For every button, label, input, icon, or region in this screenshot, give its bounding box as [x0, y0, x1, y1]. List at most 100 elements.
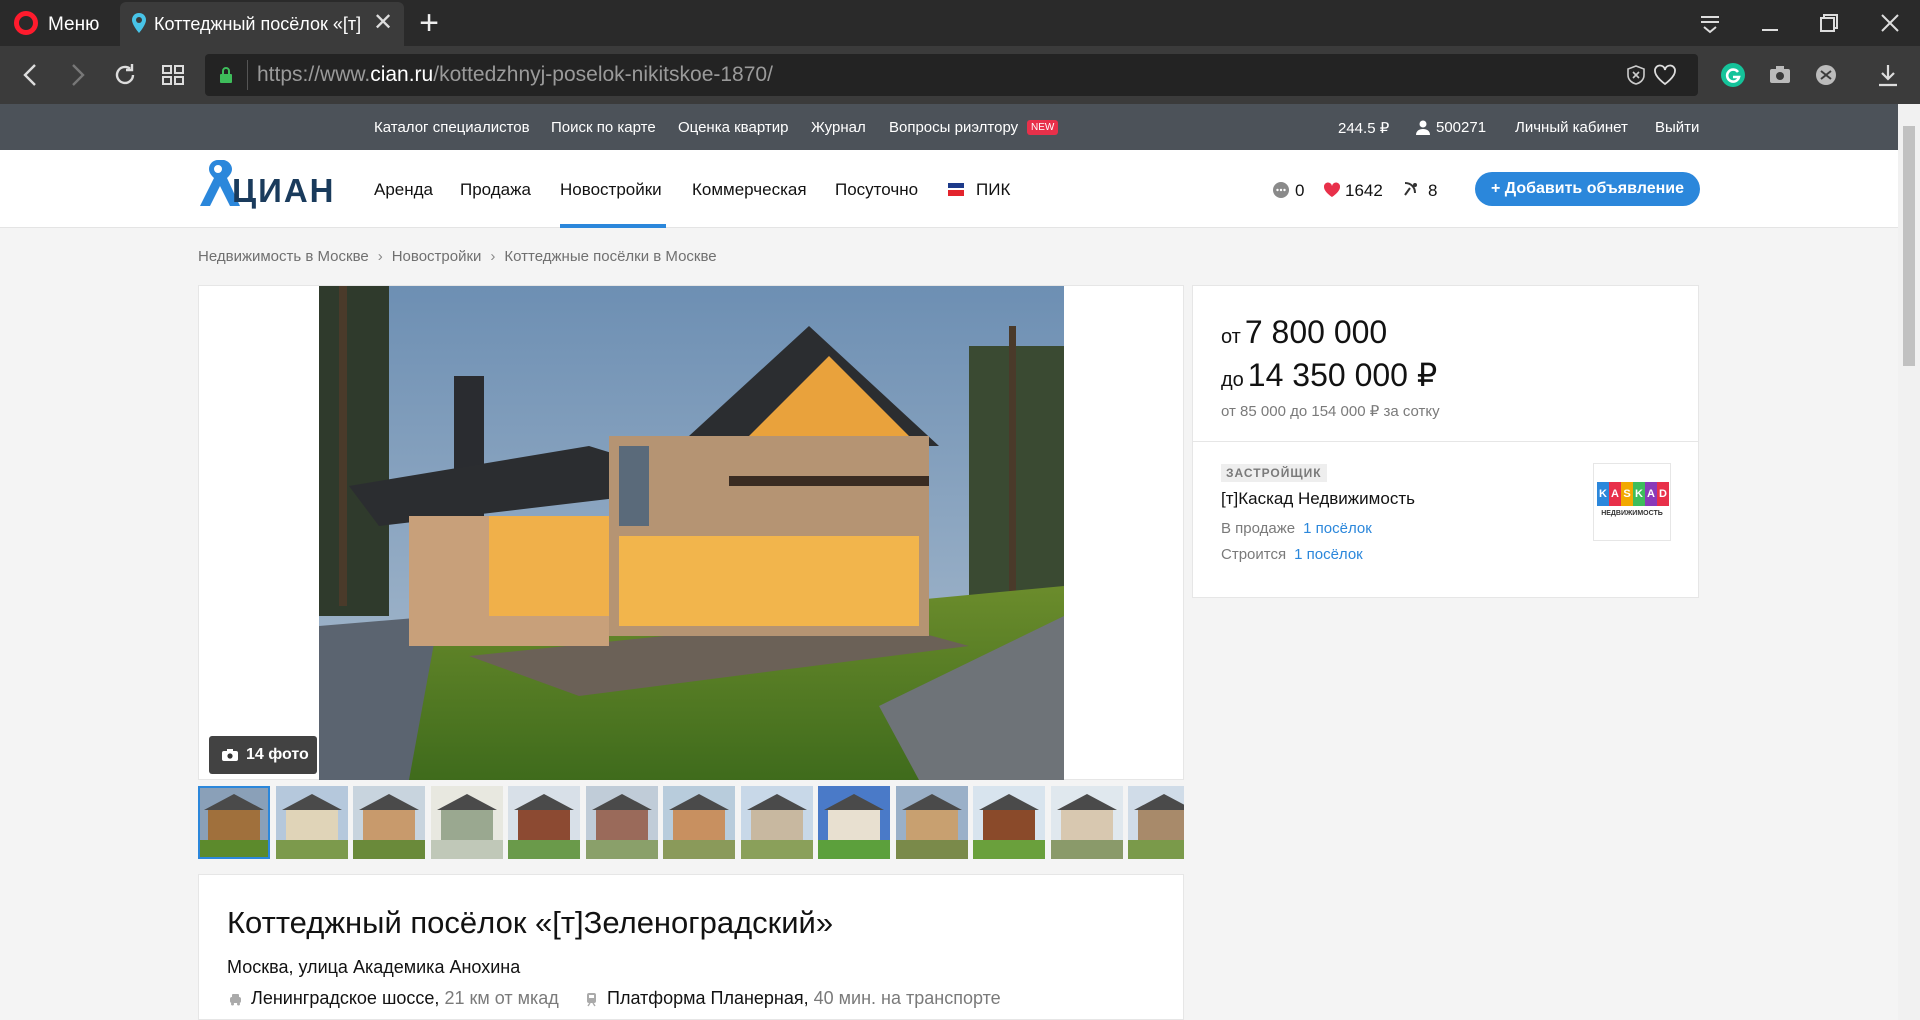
scrollbar-thumb[interactable]	[1903, 126, 1915, 366]
nav-daily[interactable]: Посуточно	[835, 180, 918, 200]
link-logout[interactable]: Выйти	[1655, 119, 1699, 136]
new-badge: NEW	[1027, 120, 1059, 135]
tab-close-icon[interactable]: ✕	[370, 10, 396, 36]
compare-count[interactable]: 8	[1428, 181, 1437, 201]
camera-icon	[222, 749, 238, 761]
tab-menu-icon[interactable]	[1690, 6, 1730, 40]
lock-icon	[220, 67, 232, 83]
main-photo[interactable]	[319, 286, 1064, 780]
photo-gallery: 14 фото	[198, 285, 1184, 780]
gallery-thumbnail[interactable]	[1050, 786, 1123, 859]
gallery-thumbnail[interactable]	[353, 786, 425, 859]
browser-menu-button[interactable]: Меню	[48, 14, 99, 36]
url-text: https://www.cian.ru/kottedzhnyj-poselok-…	[257, 63, 773, 86]
link-personal-cabinet[interactable]: Личный кабинет	[1515, 119, 1628, 136]
developer-name[interactable]: [т]Каскад Недвижимость	[1221, 489, 1415, 509]
gallery-thumbnail[interactable]	[895, 786, 968, 859]
gallery-thumbnail[interactable]	[1128, 786, 1184, 859]
nav-rent[interactable]: Аренда	[374, 180, 433, 200]
breadcrumb-item[interactable]: Новостройки	[392, 248, 482, 265]
grammarly-icon[interactable]	[1718, 58, 1748, 92]
gallery-thumbnail[interactable]	[198, 786, 270, 859]
favorites-count[interactable]: 1642	[1345, 181, 1383, 201]
gallery-thumbnail[interactable]	[973, 786, 1045, 859]
page-scrollbar[interactable]	[1898, 104, 1920, 1020]
favorites-heart-icon[interactable]	[1323, 182, 1341, 198]
listing-info: Коттеджный посёлок «[т]Зеленоградский» М…	[198, 874, 1184, 1020]
photo-count-label: 14 фото	[246, 746, 309, 763]
opera-logo-icon[interactable]	[14, 11, 38, 35]
back-icon[interactable]	[14, 58, 48, 92]
link-realtor-questions[interactable]: Вопросы риэлтору	[889, 119, 1018, 136]
map-pin-icon	[132, 13, 146, 33]
gallery-thumbnail[interactable]	[663, 786, 735, 859]
url-field[interactable]: https://www.cian.ru/kottedzhnyj-poselok-…	[205, 54, 1698, 96]
camera-snapshot-icon[interactable]	[1765, 58, 1795, 92]
gallery-thumbnail[interactable]	[275, 786, 348, 859]
gallery-thumbnail[interactable]	[508, 786, 580, 859]
developer-tag: ЗАСТРОЙЩИК	[1221, 464, 1327, 482]
user-icon	[1416, 120, 1430, 135]
restore-icon[interactable]	[1808, 6, 1848, 40]
photo-count-button[interactable]: 14 фото	[209, 736, 317, 774]
train-icon	[587, 993, 596, 1007]
highway-info: Ленинградское шоссе, 21 км от мкад	[251, 988, 559, 1008]
forward-icon[interactable]	[60, 58, 94, 92]
price-to: до 14 350 000 ₽	[1221, 357, 1438, 393]
nav-sale[interactable]: Продажа	[460, 180, 531, 200]
logo-letter: A	[1645, 482, 1657, 506]
logo-letter: K	[1597, 482, 1609, 506]
link-apartment-valuation[interactable]: Оценка квартир	[678, 119, 788, 136]
gallery-thumbnail[interactable]	[585, 786, 658, 859]
car-icon	[230, 994, 241, 1006]
add-listing-button[interactable]: + Добавить объявление	[1475, 172, 1700, 206]
gallery-thumbnail[interactable]	[740, 786, 813, 859]
logo-letter: D	[1657, 482, 1669, 506]
service-menu-strip: Каталог специалистов Поиск по карте Оцен…	[0, 104, 1898, 150]
logo-text[interactable]: ЦИАН	[232, 172, 336, 210]
building-link[interactable]: 1 посёлок	[1294, 546, 1363, 563]
vpn-extension-icon[interactable]	[1811, 58, 1841, 92]
nav-new-buildings[interactable]: Новостройки	[560, 180, 662, 200]
link-specialists[interactable]: Каталог специалистов	[374, 119, 530, 136]
minimize-icon[interactable]	[1750, 6, 1790, 40]
listing-address[interactable]: Москва, улица Академика Анохина	[227, 957, 520, 978]
link-map-search[interactable]: Поиск по карте	[551, 119, 656, 136]
developer-logo[interactable]: KASKAD НЕДВИЖИМОСТЬ	[1593, 463, 1671, 541]
bookmark-heart-icon[interactable]	[1653, 64, 1677, 86]
gallery-thumbnail[interactable]	[818, 786, 890, 859]
logo-letter: K	[1633, 482, 1645, 506]
site-header: ЦИАН Аренда Продажа Новостройки Коммерче…	[0, 150, 1898, 228]
price-from: от 7 800 000	[1221, 314, 1388, 350]
nav-pik[interactable]: ПИК	[976, 180, 1010, 200]
tab-title: Коттеджный посёлок «[т]	[154, 14, 362, 34]
ad-block-icon[interactable]	[1625, 64, 1647, 86]
gallery-thumbnail[interactable]	[430, 786, 503, 859]
building-row: Строится 1 посёлок	[1221, 546, 1363, 563]
on-sale-link[interactable]: 1 посёлок	[1303, 520, 1372, 537]
speed-dial-icon[interactable]	[156, 58, 190, 92]
user-id[interactable]: 500271	[1436, 119, 1486, 136]
page-content: Недвижимость в Москве › Новостройки › Коттед…	[0, 228, 1898, 1020]
browser-tab-bar: Меню Коттеджный посёлок «[т] ✕ +	[0, 0, 1920, 46]
balance[interactable]: 244.5 ₽	[1338, 119, 1389, 137]
breadcrumb-item[interactable]: Недвижимость в Москве	[198, 248, 369, 265]
close-window-icon[interactable]	[1870, 6, 1910, 40]
logo-letter: A	[1609, 482, 1621, 506]
messages-count[interactable]: 0	[1295, 181, 1304, 201]
compare-icon[interactable]	[1402, 180, 1420, 198]
listing-title: Коттеджный посёлок «[т]Зеленоградский»	[227, 905, 834, 940]
breadcrumb: Недвижимость в Москве › Новостройки › Коттед…	[198, 248, 717, 265]
station-info: Платформа Планерная, 40 мин. на транспор…	[607, 988, 1001, 1008]
browser-tab[interactable]: Коттеджный посёлок «[т] ✕	[120, 2, 404, 46]
breadcrumb-item[interactable]: Коттеджные посёлки в Москве	[504, 248, 716, 265]
kaskad-logo-letters: KASKAD	[1597, 482, 1669, 506]
reload-icon[interactable]	[108, 58, 142, 92]
nav-commercial[interactable]: Коммерческая	[692, 180, 807, 200]
link-journal[interactable]: Журнал	[811, 119, 866, 136]
downloads-icon[interactable]	[1873, 58, 1903, 92]
chat-icon[interactable]	[1272, 181, 1290, 199]
new-tab-button[interactable]: +	[414, 6, 444, 40]
thumbnail-strip	[198, 786, 1184, 860]
price-per-sotka: от 85 000 до 154 000 ₽ за сотку	[1221, 403, 1440, 420]
